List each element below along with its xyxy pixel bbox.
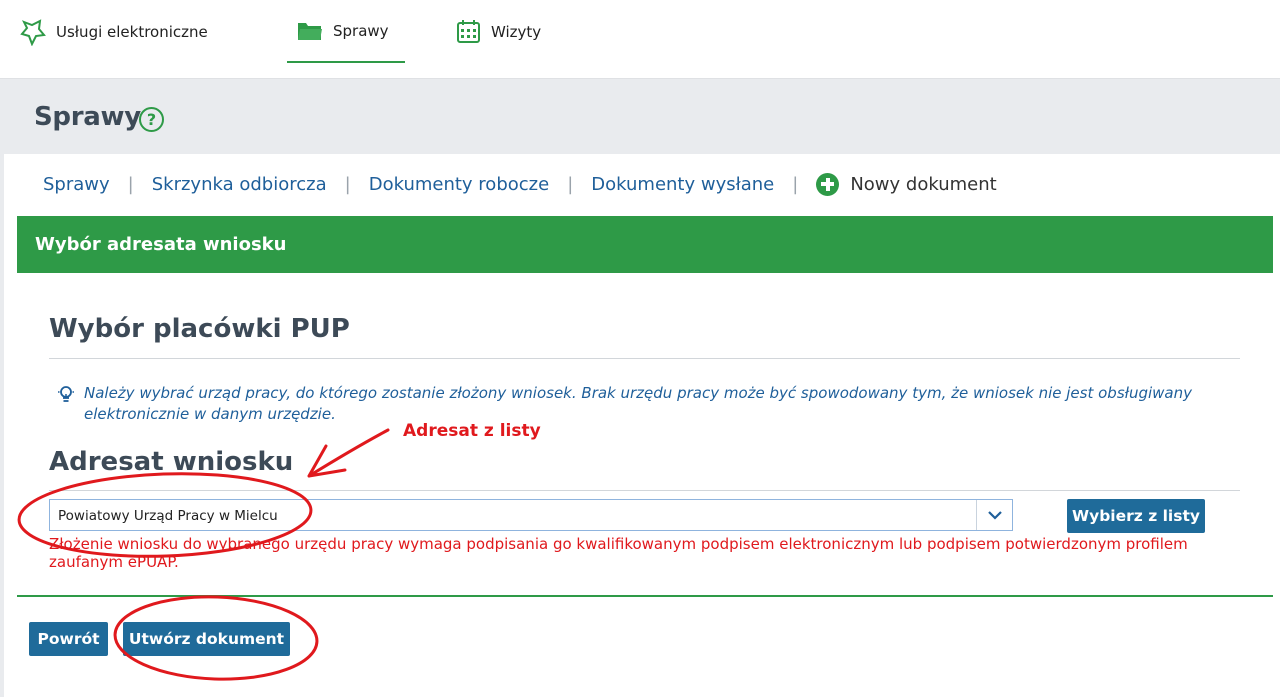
panel-header: Wybór adresata wniosku [17,216,1273,273]
subnav-separator: | [127,173,134,195]
nav-sprawy[interactable]: Sprawy [287,0,405,63]
subnav-skrzynka-odbiorcza[interactable]: Skrzynka odbiorcza [152,174,327,195]
lightbulb-icon [58,386,74,402]
recipient-title: Adresat wniosku [49,447,294,477]
nav-label: Wizyty [491,22,542,41]
sub-navigation: Sprawy | Skrzynka odbiorcza | Dokumenty … [43,171,997,197]
subnav-separator: | [792,173,799,195]
info-message: Należy wybrać urząd pracy, do którego zo… [57,383,1227,425]
services-star-icon [20,18,46,46]
panel-footer-divider [17,595,1273,597]
help-icon[interactable]: ? [139,107,164,132]
subnav-dokumenty-robocze[interactable]: Dokumenty robocze [369,174,549,195]
new-document-link[interactable]: Nowy dokument [850,174,996,195]
error-message: Złożenie wniosku do wybranego urzędu pra… [49,535,1188,571]
chevron-down-icon[interactable] [976,500,1012,530]
nav-wizyty[interactable]: Wizyty [456,0,541,63]
create-document-button[interactable]: Utwórz dokument [123,622,290,656]
subnav-sprawy[interactable]: Sprawy [43,174,110,195]
recipient-select[interactable]: Powiatowy Urząd Pracy w Mielcu [49,499,1013,531]
nav-label: Sprawy [333,21,389,40]
nav-label: Usługi elektroniczne [56,22,208,41]
section-title: Wybór placówki PUP [49,314,350,344]
subnav-dokumenty-wyslane[interactable]: Dokumenty wysłane [591,174,774,195]
info-text: Należy wybrać urząd pracy, do którego zo… [84,384,1192,423]
divider [49,490,1240,491]
divider [49,358,1240,359]
plus-circle-icon[interactable] [816,172,840,196]
annotation-label: Adresat z listy [403,421,541,441]
subnav-separator: | [344,173,351,195]
folder-icon [298,22,322,40]
nav-uslugi-elektroniczne[interactable]: Usługi elektroniczne [20,0,208,63]
page-title: Sprawy [34,102,141,132]
back-button[interactable]: Powrót [29,622,108,656]
calendar-icon [457,20,480,43]
subnav-separator: | [567,173,574,195]
top-navigation: Usługi elektroniczne Sprawy Wizyty [0,0,1280,79]
recipient-select-value: Powiatowy Urząd Pracy w Mielcu [58,508,278,524]
pick-from-list-button[interactable]: Wybierz z listy [1067,499,1205,533]
